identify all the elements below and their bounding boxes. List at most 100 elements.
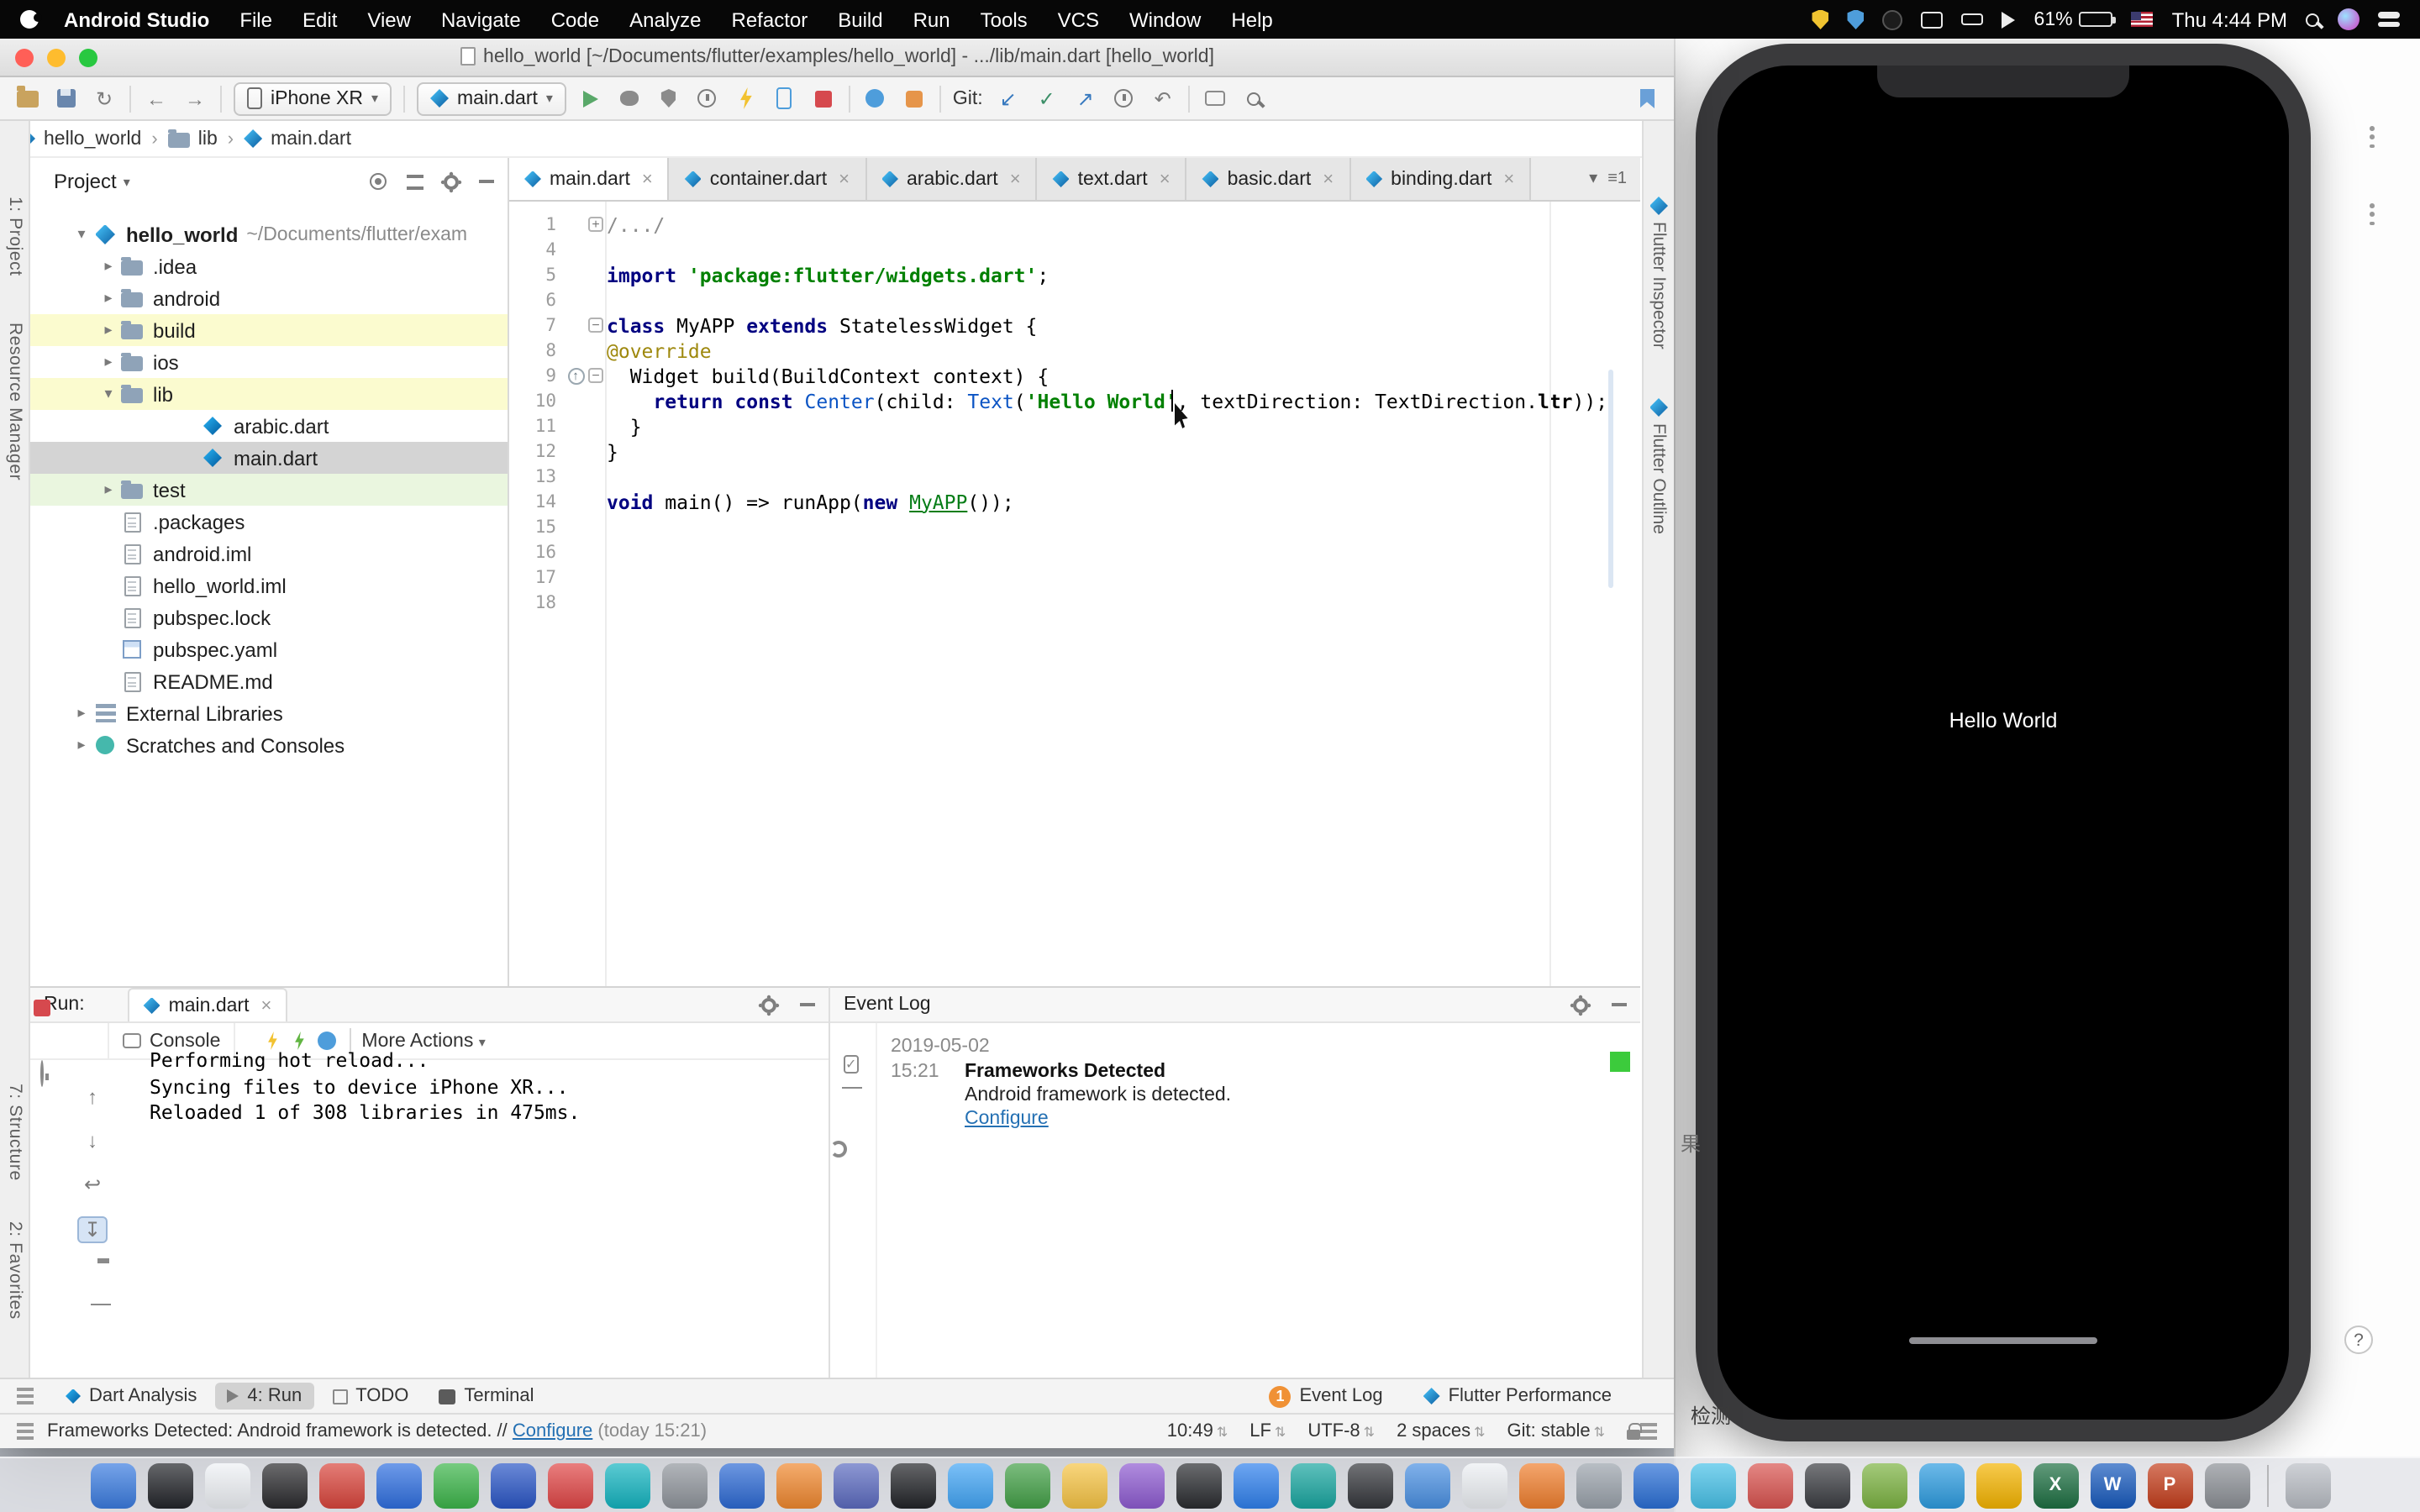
tree-item-test[interactable]: ▸test <box>30 474 508 506</box>
editor-tab-arabic-dart[interactable]: arabic.dart× <box>866 158 1038 200</box>
sync-icon[interactable]: ↻ <box>91 85 118 112</box>
minimize-window-button[interactable] <box>47 48 66 66</box>
run-button[interactable] <box>578 85 605 112</box>
dock-app-icon[interactable] <box>204 1462 250 1508</box>
shelf-icon[interactable] <box>1202 85 1228 112</box>
lock-icon[interactable] <box>1627 1430 1640 1440</box>
attach-debugger-button[interactable] <box>771 85 798 112</box>
editor-tab-main-dart[interactable]: main.dart× <box>509 158 670 200</box>
dock-word-icon[interactable]: W <box>2090 1462 2135 1508</box>
configure-link[interactable]: Configure <box>965 1109 1049 1129</box>
menu-item-file[interactable]: File <box>224 8 287 31</box>
tree-item-hello-world[interactable]: ▾hello_world~/Documents/flutter/exam <box>30 218 508 250</box>
collapse-all-icon[interactable] <box>407 174 424 189</box>
back-icon[interactable]: ← <box>143 85 170 112</box>
editor-tab-binding-dart[interactable]: binding.dart× <box>1350 158 1531 200</box>
dock-app-icon[interactable] <box>776 1462 821 1508</box>
tree-item-arabic-dart[interactable]: arabic.dart <box>30 410 508 442</box>
hide-event-log-icon[interactable] <box>1612 1003 1627 1006</box>
git-push-icon[interactable]: ↗ <box>1072 85 1099 112</box>
dock-app-icon[interactable] <box>661 1462 707 1508</box>
status-item-utf-8[interactable]: UTF-8⇅ <box>1307 1421 1375 1441</box>
status-configure-link[interactable]: Configure <box>513 1421 592 1441</box>
fold-icon[interactable]: − <box>588 318 603 333</box>
memory-icon[interactable] <box>901 85 928 112</box>
close-icon[interactable]: × <box>260 995 271 1016</box>
tree-item-readme-md[interactable]: README.md <box>30 665 508 697</box>
tool-window-tab-todo[interactable]: TODO <box>320 1383 420 1410</box>
paw-icon[interactable] <box>1883 9 1903 29</box>
photos-icon[interactable] <box>1922 11 1944 28</box>
menu-item-window[interactable]: Window <box>1114 8 1216 31</box>
dock-app-icon[interactable] <box>1576 1462 1621 1508</box>
menu-item-analyze[interactable]: Analyze <box>614 8 716 31</box>
run-settings-gear-icon[interactable] <box>761 997 776 1012</box>
dock-app-icon[interactable] <box>1633 1462 1678 1508</box>
dock-app-icon[interactable] <box>947 1462 992 1508</box>
menu-app-name[interactable]: Android Studio <box>49 8 224 31</box>
spotlight-icon[interactable] <box>2306 13 2319 26</box>
hide-panel-icon[interactable] <box>479 180 494 183</box>
filter-events-icon[interactable]: ✓ <box>844 1047 858 1077</box>
dock-app-icon[interactable] <box>718 1462 764 1508</box>
tool-window-button-flutter-outline[interactable]: Flutter Outline <box>1644 398 1674 534</box>
dock-app-icon[interactable] <box>1804 1462 1849 1508</box>
stop-icon[interactable] <box>30 998 57 1021</box>
tree-item-packages[interactable]: .packages <box>30 506 508 538</box>
dock-app-icon[interactable] <box>376 1462 421 1508</box>
tool-window-button-1-project[interactable]: 1: Project <box>5 197 25 276</box>
close-tab-icon[interactable]: × <box>1503 169 1514 189</box>
dock-app-icon[interactable] <box>1233 1462 1278 1508</box>
notification-center-icon[interactable] <box>2378 12 2400 27</box>
console-output[interactable]: Performing hot reload...Syncing files to… <box>121 1025 829 1378</box>
tree-item-idea[interactable]: ▸.idea <box>30 250 508 282</box>
up-stack-icon[interactable]: ↑ <box>77 1085 108 1109</box>
editor-tab-text-dart[interactable]: text.dart× <box>1038 158 1187 200</box>
dock-app-icon[interactable] <box>1176 1462 1221 1508</box>
tree-item-scratches-and-consoles[interactable]: ▸Scratches and Consoles <box>30 729 508 761</box>
status-item-10-49[interactable]: 10:49⇅ <box>1167 1421 1228 1441</box>
status-item-git-stable[interactable]: Git: stable⇅ <box>1507 1421 1605 1441</box>
menu-item-build[interactable]: Build <box>823 8 897 31</box>
zoom-window-button[interactable] <box>79 48 97 66</box>
apple-menu-icon[interactable] <box>20 10 39 29</box>
dock-app-icon[interactable] <box>890 1462 935 1508</box>
stop-button[interactable] <box>810 85 837 112</box>
pin-icon[interactable] <box>30 1062 57 1085</box>
dock-app-icon[interactable] <box>1347 1462 1392 1508</box>
tool-window-tab-event-log[interactable]: 1Event Log <box>1258 1382 1395 1410</box>
keyboard-icon[interactable] <box>1962 13 1984 25</box>
close-tab-icon[interactable]: × <box>1160 169 1171 189</box>
code-editor[interactable]: 1+/.../45import 'package:flutter/widgets… <box>509 202 1640 986</box>
more-options-icon[interactable] <box>2370 203 2375 226</box>
tool-window-button-2-favorites[interactable]: 2: Favorites <box>5 1221 25 1320</box>
scroll-to-end-icon[interactable]: ↧ <box>77 1216 108 1243</box>
editor-tab-basic-dart[interactable]: basic.dart× <box>1187 158 1351 200</box>
menu-item-help[interactable]: Help <box>1216 8 1287 31</box>
dock-finder-icon[interactable] <box>90 1462 135 1508</box>
status-item-2-spaces[interactable]: 2 spaces⇅ <box>1397 1421 1485 1441</box>
tree-item-android[interactable]: ▸android <box>30 282 508 314</box>
save-all-icon[interactable] <box>52 85 79 112</box>
breadcrumb-item-hello-world[interactable]: hello_world <box>17 129 141 149</box>
close-tab-icon[interactable]: × <box>1010 169 1021 189</box>
tool-window-tab-dart-analysis[interactable]: Dart Analysis <box>54 1383 208 1410</box>
dock-app-icon[interactable] <box>490 1462 535 1508</box>
menu-clock[interactable]: Thu 4:44 PM <box>2172 8 2287 31</box>
dock-excel-icon[interactable]: X <box>2033 1462 2078 1508</box>
shield-yellow-icon[interactable] <box>1812 9 1829 29</box>
rollback-icon[interactable]: ↶ <box>1150 85 1176 112</box>
close-tab-icon[interactable]: × <box>1323 169 1334 189</box>
devtools-icon[interactable] <box>862 85 889 112</box>
dock-app-icon[interactable] <box>1290 1462 1335 1508</box>
menu-item-refactor[interactable]: Refactor <box>717 8 823 31</box>
menu-item-view[interactable]: View <box>352 8 426 31</box>
tool-window-button-7-structure[interactable]: 7: Structure <box>5 1084 25 1181</box>
locate-file-icon[interactable] <box>370 173 387 190</box>
dock-app-icon[interactable] <box>1404 1462 1449 1508</box>
editor-tab-container-dart[interactable]: container.dart× <box>670 158 866 200</box>
iphone-screen[interactable]: Hello World <box>1718 66 2289 1420</box>
dock-app-icon[interactable] <box>147 1462 192 1508</box>
dock-app-icon[interactable] <box>1118 1462 1164 1508</box>
history-icon[interactable] <box>1111 85 1138 112</box>
